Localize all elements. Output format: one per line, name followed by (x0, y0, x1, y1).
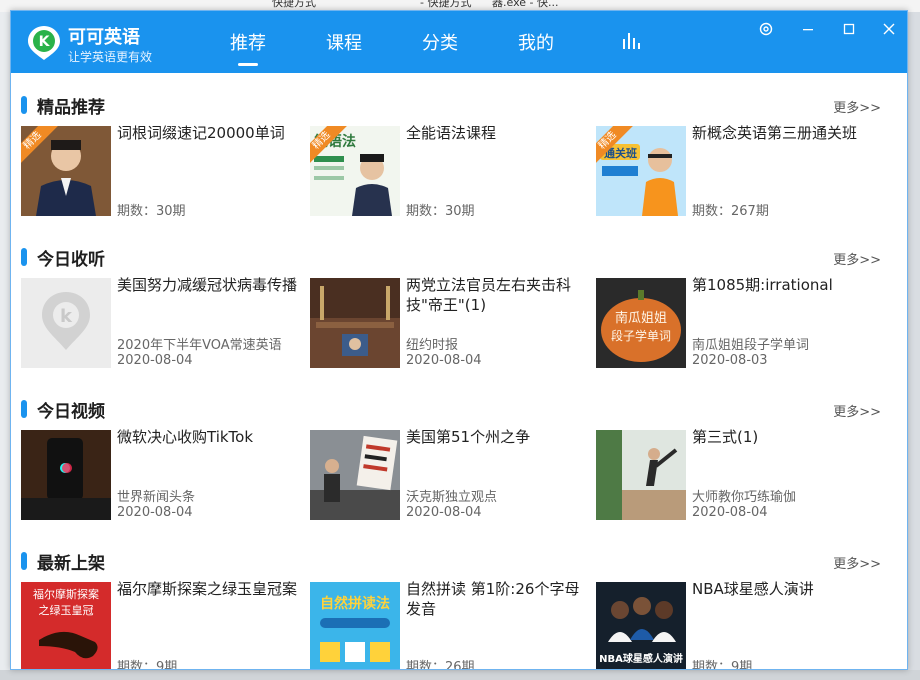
svg-text:k: k (60, 306, 73, 327)
thumb-text-1: 福尔摩斯探案 (33, 587, 99, 601)
card-date: 2020-08-04 (406, 353, 482, 368)
maximize-icon[interactable] (839, 19, 859, 39)
desktop-bottom-edge (0, 670, 920, 680)
desktop-text-3: 器.exe - 快... (492, 0, 558, 8)
card-title: 微软决心收购TikTok (117, 427, 301, 447)
bar-chart-icon[interactable] (621, 29, 643, 51)
card-date: 2020-08-04 (117, 353, 193, 368)
tab-mine[interactable]: 我的 (518, 29, 554, 55)
close-icon[interactable] (879, 19, 899, 39)
tab-recommend[interactable]: 推荐 (230, 29, 266, 55)
card-title: 自然拼读 第1阶:26个字母发音 (406, 579, 590, 619)
desktop-right-edge (908, 12, 920, 680)
thumb-text: NBA球星感人演讲 (599, 652, 683, 665)
course-card[interactable]: 通关班 精选 新概念英语第三册通关班 期数：267期 (596, 126, 874, 218)
audio-card[interactable]: k 美国努力减缓冠状病毒传播 2020年下半年VOA常速英语 2020-08-0… (21, 278, 299, 370)
card-source: 世界新闻头条 (117, 486, 195, 505)
video-card[interactable]: 微软决心收购TikTok 世界新闻头条 2020-08-04 (21, 430, 299, 522)
card-date: 2020-08-04 (692, 505, 768, 520)
card-title: 美国第51个州之争 (406, 427, 590, 447)
app-title: 可可英语 (68, 23, 140, 49)
card-source: 纽约时报 (406, 334, 458, 353)
course-card[interactable]: 福尔摩斯探案 之绿玉皇冠 福尔摩斯探案之绿玉皇冠案 期数：9期 (21, 582, 299, 670)
thumb-text-2: 段子学单词 (611, 328, 671, 343)
card-source: 大师教你巧练瑜伽 (692, 486, 796, 505)
gear-icon[interactable] (756, 19, 776, 39)
video-card[interactable]: 美国第51个州之争 沃克斯独立观点 2020-08-04 (310, 430, 588, 522)
audio-card[interactable]: 南瓜姐姐 段子学单词 第1085期:irrational 南瓜姐姐段子学单词 2… (596, 278, 874, 370)
section-header: 今日收听 更多>> (21, 245, 897, 269)
section-marker (21, 248, 27, 266)
course-thumbnail: 精选 (21, 126, 111, 216)
card-episodes: 期数：30期 (406, 200, 475, 219)
tab-courses[interactable]: 课程 (326, 29, 362, 55)
course-card[interactable]: 能语法 精选 全能语法课程 期数：30期 (310, 126, 588, 218)
section-title: 今日收听 (37, 245, 105, 270)
card-date: 2020-08-03 (692, 353, 768, 368)
main-content: 精品推荐 更多>> 精选 词根词缀速记20000单词 期数：30期 (11, 73, 907, 670)
section-marker (21, 400, 27, 418)
card-episodes: 期数：267期 (692, 200, 769, 219)
course-card[interactable]: 自然拼读法 自然拼读 第1阶:26个字母发音 期数：26期 (310, 582, 588, 670)
section-marker (21, 552, 27, 570)
card-source: 南瓜姐姐段子学单词 (692, 334, 809, 353)
course-thumbnail: 自然拼读法 (310, 582, 400, 670)
app-header: K 可可英语 让学英语更有效 推荐 课程 分类 我的 (11, 11, 907, 73)
course-thumbnail: 通关班 精选 (596, 126, 686, 216)
card-title: 第三式(1) (692, 427, 876, 447)
card-episodes: 期数：26期 (406, 656, 475, 670)
tab-categories[interactable]: 分类 (422, 29, 458, 55)
audio-thumbnail: k (21, 278, 111, 368)
card-date: 2020-08-04 (406, 505, 482, 520)
card-source: 2020年下半年VOA常速英语 (117, 334, 282, 353)
video-thumbnail (21, 430, 111, 520)
desktop-text-2: - 快捷方式 (420, 0, 471, 8)
card-title: NBA球星感人演讲 (692, 579, 876, 599)
card-episodes: 期数：9期 (117, 656, 177, 670)
section-header: 最新上架 更多>> (21, 549, 897, 573)
card-date: 2020-08-04 (117, 505, 193, 520)
card-title: 词根词缀速记20000单词 (117, 123, 301, 143)
more-link[interactable]: 更多>> (833, 97, 881, 116)
course-card[interactable]: 精选 词根词缀速记20000单词 期数：30期 (21, 126, 299, 218)
audio-thumbnail (310, 278, 400, 368)
app-logo-icon: K (27, 25, 61, 61)
card-title: 两党立法官员左右夹击科技"帝王"(1) (406, 275, 590, 315)
desktop-text-1: 快捷方式 (272, 0, 316, 8)
card-title: 新概念英语第三册通关班 (692, 123, 876, 143)
audio-card[interactable]: 两党立法官员左右夹击科技"帝王"(1) 纽约时报 2020-08-04 (310, 278, 588, 370)
audio-thumbnail: 南瓜姐姐 段子学单词 (596, 278, 686, 368)
course-thumbnail: 福尔摩斯探案 之绿玉皇冠 (21, 582, 111, 670)
card-title: 第1085期:irrational (692, 275, 876, 295)
card-episodes: 期数：30期 (117, 200, 186, 219)
section-header: 今日视频 更多>> (21, 397, 897, 421)
section-title: 今日视频 (37, 397, 105, 422)
video-card[interactable]: 第三式(1) 大师教你巧练瑜伽 2020-08-04 (596, 430, 874, 522)
app-subtitle: 让学英语更有效 (68, 48, 152, 65)
section-header: 精品推荐 更多>> (21, 93, 897, 117)
course-thumbnail: 能语法 精选 (310, 126, 400, 216)
more-link[interactable]: 更多>> (833, 249, 881, 268)
video-thumbnail (310, 430, 400, 520)
more-link[interactable]: 更多>> (833, 401, 881, 420)
section-title: 最新上架 (37, 549, 105, 574)
thumb-text: 自然拼读法 (320, 595, 390, 612)
card-source: 沃克斯独立观点 (406, 486, 497, 505)
video-thumbnail (596, 430, 686, 520)
thumb-text-2: 之绿玉皇冠 (39, 603, 94, 617)
thumb-text-1: 南瓜姐姐 (615, 310, 667, 326)
card-title: 全能语法课程 (406, 123, 590, 143)
logo-letter: K (39, 34, 51, 50)
card-title: 福尔摩斯探案之绿玉皇冠案 (117, 579, 301, 599)
card-episodes: 期数：9期 (692, 656, 752, 670)
minimize-icon[interactable] (798, 19, 818, 39)
more-link[interactable]: 更多>> (833, 553, 881, 572)
section-title: 精品推荐 (37, 93, 105, 118)
course-card[interactable]: NBA球星感人演讲 NBA球星感人演讲 期数：9期 (596, 582, 874, 670)
course-thumbnail: NBA球星感人演讲 (596, 582, 686, 670)
section-marker (21, 96, 27, 114)
card-title: 美国努力减缓冠状病毒传播 (117, 275, 301, 295)
app-window: K 可可英语 让学英语更有效 推荐 课程 分类 我的 (10, 10, 908, 670)
